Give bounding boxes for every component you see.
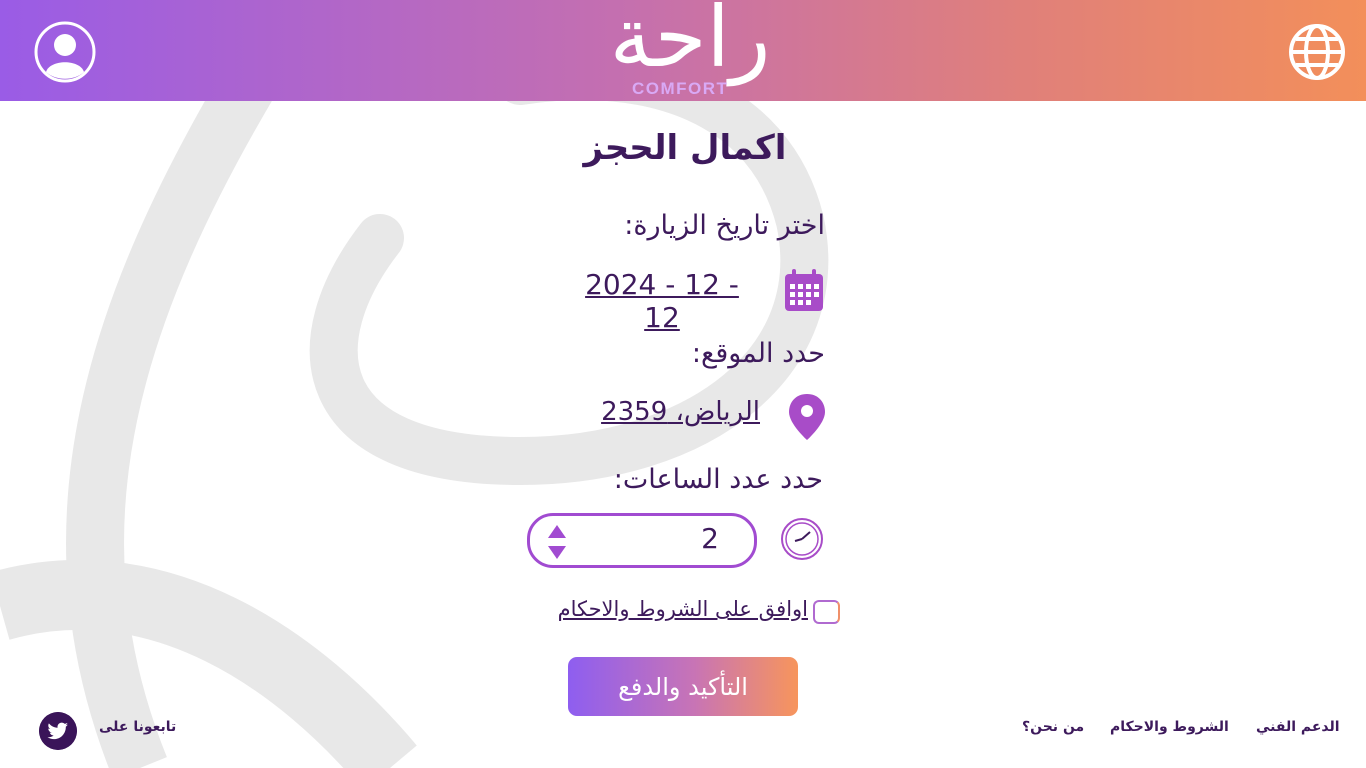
increment-arrow-icon[interactable] <box>548 525 566 538</box>
location-pin-icon[interactable] <box>788 393 826 441</box>
terms-checkbox[interactable] <box>813 600 840 624</box>
date-label: اختر تاريخ الزيارة: <box>624 210 825 241</box>
location-value[interactable]: الرياض، 2359 <box>582 397 760 427</box>
hours-stepper[interactable]: 2 <box>527 513 757 568</box>
confirm-pay-button[interactable]: التأكيد والدفع <box>568 657 798 716</box>
location-label: حدد الموقع: <box>691 338 825 369</box>
globe-icon[interactable] <box>1288 23 1346 81</box>
footer-support-link[interactable]: الدعم الفني <box>1256 719 1340 735</box>
footer-about-link[interactable]: من نحن؟ <box>1022 719 1084 735</box>
profile-avatar-icon[interactable] <box>34 21 96 83</box>
date-value[interactable]: 2024 - 12 - 12 <box>566 268 758 334</box>
top-header: راحة COMFORT <box>0 0 1366 101</box>
twitter-icon[interactable] <box>39 712 77 750</box>
hours-label: حدد عدد الساعات: <box>613 464 823 495</box>
terms-agreement-link[interactable]: اوافق على الشروط والاحكام <box>520 597 808 621</box>
brand-logo[interactable]: راحة COMFORT <box>600 0 780 100</box>
footer-terms-link[interactable]: الشروط والاحكام <box>1110 719 1229 735</box>
follow-us-label: تابعونا على <box>99 719 177 735</box>
clock-icon <box>781 518 823 560</box>
hours-value[interactable]: 2 <box>680 522 740 555</box>
logo-english: COMFORT <box>632 79 729 98</box>
calendar-icon[interactable] <box>784 268 824 312</box>
page-title: اكمال الحجز <box>583 128 787 168</box>
decrement-arrow-icon[interactable] <box>548 546 566 559</box>
